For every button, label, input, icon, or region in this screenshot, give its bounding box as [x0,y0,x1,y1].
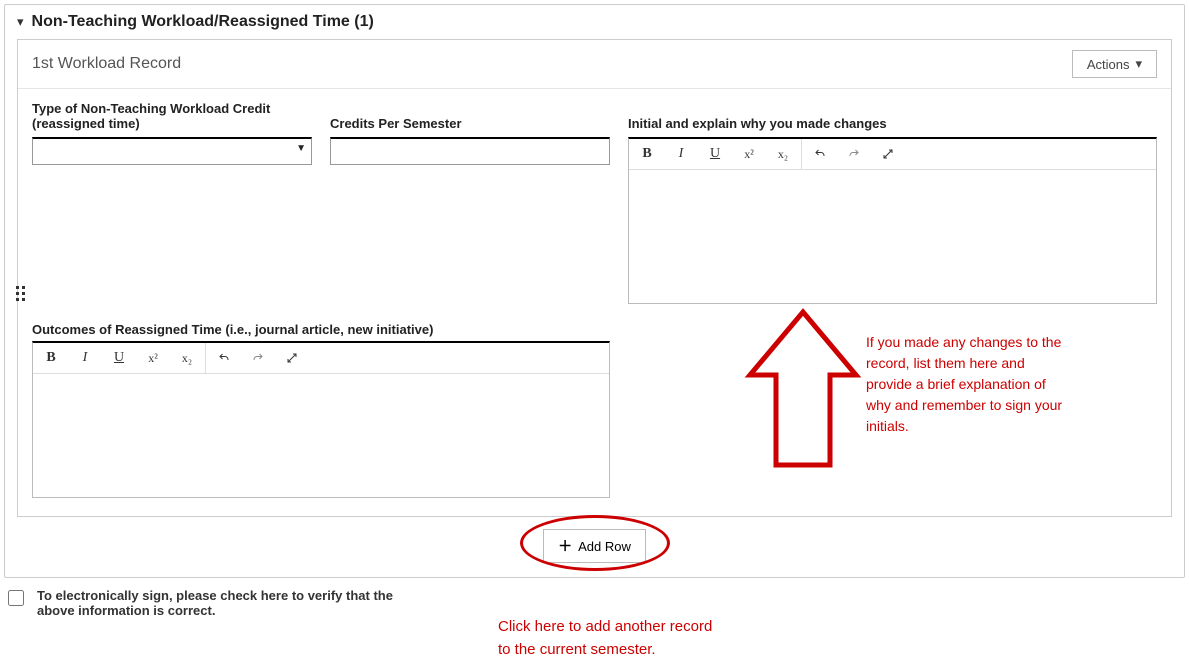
initial-field: Initial and explain why you made changes… [628,101,1157,304]
fullscreen-button[interactable] [876,143,900,165]
italic-button[interactable]: I [669,143,693,165]
type-dropdown[interactable] [32,137,312,165]
underline-button[interactable]: U [703,143,727,165]
credits-field: Credits Per Semester [330,101,610,165]
redo-button[interactable] [246,347,270,369]
outcomes-richtext: B I U x² x₂ [32,341,610,498]
record-title: 1st Workload Record [32,55,181,73]
credits-input[interactable] [330,137,610,165]
actions-label: Actions [1087,57,1130,72]
redo-button[interactable] [842,143,866,165]
undo-button[interactable] [212,347,236,369]
subscript-button[interactable]: x₂ [175,347,199,369]
record-body: Type of Non-Teaching Workload Credit (re… [18,89,1171,516]
chevron-down-icon: ▾ [1135,56,1142,72]
esign-row: To electronically sign, please check her… [4,588,1185,624]
section-panel: ▾ Non-Teaching Workload/Reassigned Time … [4,4,1185,578]
add-row-button[interactable]: ＋ Add Row [543,529,646,563]
type-field: Type of Non-Teaching Workload Credit (re… [32,101,312,165]
esign-label: To electronically sign, please check her… [37,588,397,618]
bold-button[interactable]: B [635,143,659,165]
outcomes-textarea[interactable] [33,374,609,494]
initial-label: Initial and explain why you made changes [628,101,1157,131]
credits-label: Credits Per Semester [330,101,610,131]
esign-checkbox[interactable] [8,590,24,606]
italic-button[interactable]: I [73,347,97,369]
fullscreen-button[interactable] [280,347,304,369]
superscript-button[interactable]: x² [141,347,165,369]
bold-button[interactable]: B [39,347,63,369]
actions-button[interactable]: Actions ▾ [1072,50,1157,78]
initial-toolbar: B I U x² x₂ [629,139,1156,170]
outcomes-toolbar: B I U x² x₂ [33,343,609,374]
plus-icon: ＋ [558,536,572,556]
add-row-label: Add Row [578,539,631,554]
record-header: 1st Workload Record Actions ▾ [18,40,1171,89]
workload-record-card: 1st Workload Record Actions ▾ Type of No… [17,39,1172,517]
subscript-button[interactable]: x₂ [771,143,795,165]
section-title: Non-Teaching Workload/Reassigned Time (1… [32,13,374,31]
drag-handle-icon[interactable] [16,286,25,301]
outcomes-field: Outcomes of Reassigned Time (i.e., journ… [32,322,610,498]
initial-textarea[interactable] [629,170,1156,300]
outcomes-label: Outcomes of Reassigned Time (i.e., journ… [32,322,610,337]
type-label: Type of Non-Teaching Workload Credit (re… [32,101,312,131]
initial-richtext: B I U x² x₂ [628,137,1157,304]
superscript-button[interactable]: x² [737,143,761,165]
chevron-down-icon: ▾ [17,14,24,30]
underline-button[interactable]: U [107,347,131,369]
undo-button[interactable] [808,143,832,165]
add-row-container: ＋ Add Row [5,529,1184,563]
section-header[interactable]: ▾ Non-Teaching Workload/Reassigned Time … [5,5,1184,39]
